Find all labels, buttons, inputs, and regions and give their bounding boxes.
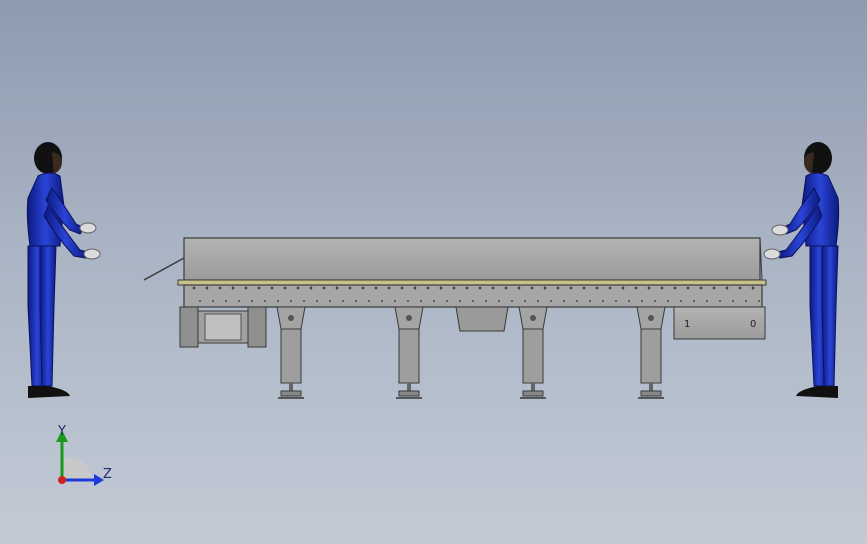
- machine-leg: [276, 306, 306, 399]
- panel-label-1: 1: [684, 319, 690, 330]
- cad-viewport[interactable]: 1 0 Y Z: [0, 0, 867, 544]
- panel-label-0: 0: [750, 319, 756, 330]
- machine-hood: [183, 237, 761, 281]
- origin-icon: [58, 476, 66, 484]
- z-axis-label: Z: [103, 467, 112, 482]
- glove-icon: [771, 224, 789, 236]
- human-figure-left: [26, 142, 101, 398]
- y-axis-label: Y: [58, 424, 66, 439]
- hopper: [455, 306, 509, 332]
- machine-leg: [394, 306, 424, 399]
- glove-icon: [79, 222, 97, 234]
- machine-leg: [636, 306, 666, 399]
- glove-icon: [83, 248, 101, 260]
- cad-scene[interactable]: 1 0: [0, 0, 867, 544]
- glove-icon: [763, 248, 781, 260]
- conveyor-machine[interactable]: 1 0: [143, 237, 767, 399]
- machine-leg: [518, 306, 548, 399]
- human-figure-right: [763, 142, 840, 398]
